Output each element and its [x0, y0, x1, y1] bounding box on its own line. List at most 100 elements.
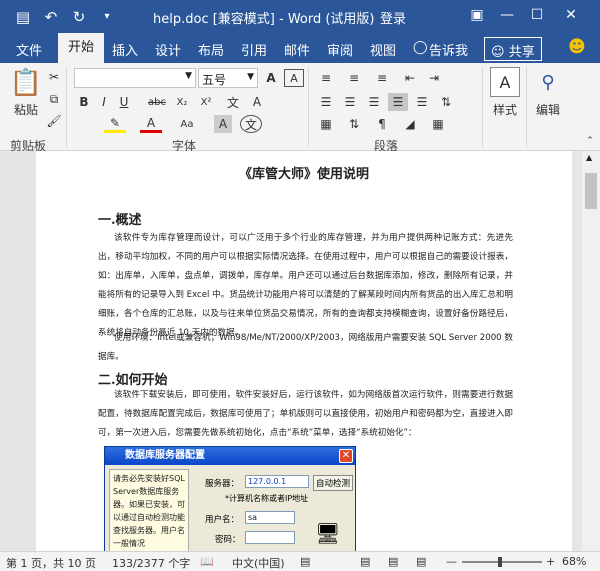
- align-center-icon[interactable]: ☰: [340, 93, 360, 111]
- italic-button[interactable]: I: [96, 93, 112, 111]
- page-count[interactable]: 第 1 页，共 10 页: [6, 555, 96, 571]
- ribbon: 📋 粘贴 ✂ ⧉ 🖌 剪贴板 ▼ 五号 ▼ A A B I U abc X₂ X²…: [0, 63, 600, 153]
- format-painter-icon[interactable]: 🖌: [46, 113, 62, 129]
- sort-icon[interactable]: ⇅: [344, 115, 364, 133]
- vertical-scrollbar[interactable]: ▲: [582, 151, 600, 551]
- text-effects-a-icon[interactable]: A: [262, 69, 280, 87]
- redo-icon[interactable]: ↻: [68, 8, 90, 26]
- computer-icon: 🖥: [315, 521, 341, 545]
- styles-button[interactable]: 样式: [486, 101, 524, 117]
- strikethrough-button[interactable]: abc: [146, 93, 168, 111]
- enclose-char-icon[interactable]: 文: [240, 115, 262, 133]
- superscript-button[interactable]: X²: [196, 93, 216, 111]
- web-layout-icon[interactable]: ▤: [416, 555, 426, 568]
- distributed-icon[interactable]: ☰: [412, 93, 432, 111]
- customize-qa-icon[interactable]: ▾: [96, 11, 118, 22]
- lightbulb-icon: ◯: [413, 40, 428, 55]
- justify-icon[interactable]: ☰: [388, 93, 408, 111]
- tab-file[interactable]: 文件: [16, 40, 42, 59]
- multilevel-list-icon[interactable]: ≡: [372, 69, 392, 87]
- borders-icon[interactable]: ▦: [428, 115, 448, 133]
- chevron-down-icon: ▼: [185, 71, 192, 81]
- editing-button[interactable]: 编辑: [530, 101, 566, 117]
- char-border-icon[interactable]: A: [284, 69, 304, 87]
- read-mode-icon[interactable]: ▤: [360, 555, 370, 568]
- dialog-title: 数据库服务器配置 ✕: [105, 447, 355, 465]
- tab-home[interactable]: 开始: [58, 33, 104, 63]
- undo-icon[interactable]: ↶: [40, 8, 62, 26]
- show-marks-icon[interactable]: ¶: [372, 115, 392, 133]
- decrease-indent-icon[interactable]: ⇤: [400, 69, 420, 87]
- change-case-icon[interactable]: Aa: [176, 115, 198, 133]
- increase-indent-icon[interactable]: ⇥: [424, 69, 444, 87]
- clear-format-icon[interactable]: A: [248, 93, 266, 111]
- char-shading-icon[interactable]: A: [214, 115, 232, 133]
- phonetic-guide-icon[interactable]: 文: [224, 93, 242, 111]
- styles-icon[interactable]: A: [490, 67, 520, 97]
- server-label: 服务器：: [205, 479, 240, 489]
- cut-icon[interactable]: ✂: [46, 69, 62, 85]
- smiley-icon[interactable]: ☻: [568, 37, 586, 57]
- divider: [482, 67, 483, 147]
- detect-button: 自动检测: [313, 475, 354, 491]
- tab-review[interactable]: 审阅: [327, 40, 353, 59]
- password-field: [245, 531, 295, 544]
- server-field: 127.0.0.1: [245, 475, 309, 488]
- bold-button[interactable]: B: [76, 93, 92, 111]
- paragraph-overview: 该软件专为库存管理而设计，可以广泛用于多个行业的库存管理，并为用户提供两种记账方…: [98, 233, 513, 338]
- zoom-in-icon[interactable]: +: [546, 555, 555, 568]
- language-status[interactable]: 中文(中国): [232, 555, 285, 571]
- heading-overview: 一.概述: [98, 213, 142, 228]
- login-link[interactable]: 登录: [380, 8, 406, 27]
- chinese-layout-icon[interactable]: ▦: [316, 115, 336, 133]
- bullets-icon[interactable]: ≡: [316, 69, 336, 87]
- word-count[interactable]: 133/2377 个字: [112, 555, 190, 571]
- zoom-out-icon[interactable]: —: [446, 555, 457, 568]
- ribbon-options-icon[interactable]: ▣: [466, 4, 488, 26]
- divider: [66, 67, 67, 147]
- chevron-down-icon: ▼: [247, 72, 254, 82]
- shading-icon[interactable]: ◢: [400, 115, 420, 133]
- title-bar: ▤ ↶ ↻ ▾ help.doc [兼容模式] - Word (试用版) 登录 …: [0, 0, 600, 33]
- tab-layout[interactable]: 布局: [198, 40, 224, 59]
- underline-button[interactable]: U: [116, 93, 132, 111]
- line-spacing-icon[interactable]: ⇅: [436, 93, 456, 111]
- tell-me-search[interactable]: 告诉我: [429, 40, 468, 59]
- status-bar: 第 1 页，共 10 页 133/2377 个字 📖 中文(中国) ▤ ▤ ▤ …: [0, 551, 600, 571]
- tab-mailings[interactable]: 邮件: [284, 40, 310, 59]
- minimize-icon[interactable]: —: [496, 4, 518, 26]
- save-icon[interactable]: ▤: [12, 8, 34, 26]
- search-icon[interactable]: ⚲: [534, 67, 562, 97]
- share-button[interactable]: ☺ 共享: [484, 37, 542, 61]
- maximize-icon[interactable]: ☐: [526, 4, 548, 26]
- zoom-level[interactable]: 68%: [562, 555, 586, 568]
- font-color-icon[interactable]: A: [140, 115, 162, 133]
- server-hint: *计算机名称或者IP地址: [225, 494, 309, 503]
- close-icon[interactable]: ✕: [560, 4, 582, 26]
- subscript-button[interactable]: X₂: [172, 93, 192, 111]
- align-left-icon[interactable]: ☰: [316, 93, 336, 111]
- macro-icon[interactable]: ▤: [300, 555, 310, 568]
- paste-button[interactable]: 粘贴: [8, 101, 44, 117]
- zoom-slider[interactable]: [462, 561, 542, 563]
- tab-view[interactable]: 视图: [370, 40, 396, 59]
- proofing-icon[interactable]: 📖: [200, 555, 214, 568]
- numbering-icon[interactable]: ≡: [344, 69, 364, 87]
- print-layout-icon[interactable]: ▤: [388, 555, 398, 568]
- scroll-up-icon[interactable]: ▲: [586, 153, 592, 162]
- align-right-icon[interactable]: ☰: [364, 93, 384, 111]
- collapse-ribbon-icon[interactable]: ⌃: [584, 135, 596, 147]
- copy-icon[interactable]: ⧉: [46, 91, 62, 107]
- tab-design[interactable]: 设计: [155, 40, 181, 59]
- document-title: 《库管大师》使用说明: [238, 167, 369, 182]
- font-name-box[interactable]: ▼: [74, 68, 196, 88]
- tab-references[interactable]: 引用: [241, 40, 267, 59]
- highlight-icon[interactable]: ✎: [104, 115, 126, 133]
- paragraph-getting-started: 该软件下载安装后，即可使用，软件安装好后，运行该软件，如为网络版首次运行软件，则…: [98, 390, 513, 438]
- font-size-box[interactable]: 五号 ▼: [198, 68, 258, 88]
- dialog-note: 请务必先安装好SQL Server数据库服务器。如果已安装，可以通过自动检测功能…: [109, 469, 189, 555]
- zoom-slider-handle[interactable]: [498, 557, 502, 567]
- tab-insert[interactable]: 插入: [112, 40, 138, 59]
- scroll-thumb[interactable]: [585, 173, 597, 209]
- paste-icon[interactable]: 📋: [10, 67, 42, 99]
